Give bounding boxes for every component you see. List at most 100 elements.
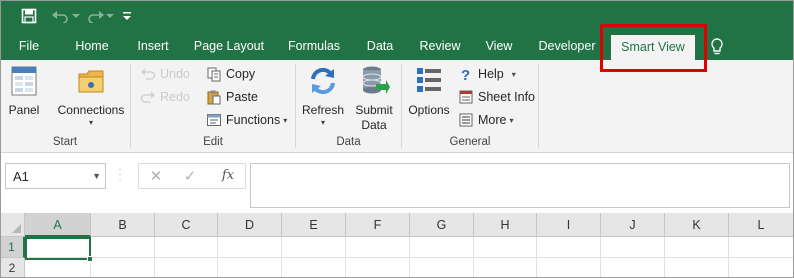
help-button[interactable]: ? Help ▾ bbox=[458, 64, 516, 84]
select-all-corner[interactable] bbox=[0, 213, 25, 237]
cell-b2[interactable] bbox=[91, 258, 155, 278]
cell-l1[interactable] bbox=[729, 237, 794, 258]
column-header-c[interactable]: C bbox=[155, 213, 218, 237]
tab-review[interactable]: Review bbox=[412, 33, 468, 60]
undo-button[interactable]: Undo bbox=[140, 64, 190, 84]
tab-data[interactable]: Data bbox=[358, 33, 402, 60]
database-icon bbox=[352, 64, 396, 101]
column-header-b[interactable]: B bbox=[91, 213, 155, 237]
help-label: Help bbox=[478, 67, 504, 81]
column-header-a[interactable]: A bbox=[25, 213, 91, 237]
panel-button[interactable]: Panel bbox=[5, 64, 43, 118]
functions-button[interactable]: Functions ▾ bbox=[206, 110, 287, 130]
column-header-f[interactable]: F bbox=[346, 213, 410, 237]
copy-icon bbox=[206, 66, 222, 82]
undo-icon[interactable] bbox=[48, 6, 72, 26]
column-header-d[interactable]: D bbox=[218, 213, 282, 237]
cell-d1[interactable] bbox=[218, 237, 282, 258]
cell-k1[interactable] bbox=[665, 237, 729, 258]
panel-label: Panel bbox=[8, 103, 40, 117]
column-header-i[interactable]: I bbox=[537, 213, 601, 237]
redo-icon[interactable] bbox=[84, 6, 108, 26]
quick-access-toolbar bbox=[0, 0, 794, 33]
paste-button[interactable]: Paste bbox=[206, 87, 258, 107]
chevron-down-icon: ▾ bbox=[283, 115, 288, 125]
save-icon[interactable] bbox=[18, 6, 40, 26]
chevron-down-icon[interactable]: ▼ bbox=[92, 171, 101, 181]
name-box-value: A1 bbox=[13, 169, 29, 184]
cell-f2[interactable] bbox=[346, 258, 410, 278]
redo-button[interactable]: Redo bbox=[140, 87, 190, 107]
formula-input[interactable] bbox=[250, 163, 790, 208]
column-header-l[interactable]: L bbox=[729, 213, 794, 237]
select-all-triangle-icon bbox=[12, 224, 21, 233]
cell-a2[interactable] bbox=[25, 258, 91, 278]
cell-e1[interactable] bbox=[282, 237, 346, 258]
copy-button[interactable]: Copy bbox=[206, 64, 255, 84]
cell-h2[interactable] bbox=[474, 258, 537, 278]
more-button[interactable]: More ▾ bbox=[458, 110, 514, 130]
cancel-icon[interactable]: ✕ bbox=[145, 167, 167, 185]
cell-b1[interactable] bbox=[91, 237, 155, 258]
enter-check-icon[interactable]: ✓ bbox=[179, 167, 201, 185]
undo-dropdown-icon[interactable] bbox=[72, 6, 80, 26]
tab-home[interactable]: Home bbox=[66, 33, 118, 60]
customize-qat-icon[interactable] bbox=[120, 6, 134, 26]
cell-j1[interactable] bbox=[601, 237, 665, 258]
options-list-icon bbox=[405, 64, 453, 101]
row-header-1[interactable]: 1 bbox=[0, 237, 25, 258]
sheet-info-icon bbox=[458, 89, 474, 105]
fill-handle[interactable] bbox=[87, 256, 93, 262]
cell-j2[interactable] bbox=[601, 258, 665, 278]
refresh-label: Refresh bbox=[301, 103, 345, 117]
connections-button[interactable]: Connections ▾ bbox=[54, 64, 128, 128]
cell-h1[interactable] bbox=[474, 237, 537, 258]
column-header-k[interactable]: K bbox=[665, 213, 729, 237]
sheet-info-button[interactable]: Sheet Info bbox=[458, 87, 535, 107]
formula-buttons: ✕ ✓ fx bbox=[138, 163, 246, 189]
tab-developer[interactable]: Developer bbox=[531, 33, 603, 60]
submit-data-button[interactable]: Submit Data bbox=[352, 64, 396, 133]
redo-dropdown-icon[interactable] bbox=[106, 6, 114, 26]
cell-g1[interactable] bbox=[410, 237, 474, 258]
column-header-j[interactable]: J bbox=[601, 213, 665, 237]
cell-c1[interactable] bbox=[155, 237, 218, 258]
refresh-icon bbox=[300, 64, 346, 101]
row-header-2[interactable]: 2 bbox=[0, 258, 25, 278]
tab-formulas[interactable]: Formulas bbox=[281, 33, 347, 60]
formula-bar-grip-icon[interactable]: · · · bbox=[117, 165, 123, 185]
tab-insert[interactable]: Insert bbox=[128, 33, 178, 60]
column-header-h[interactable]: H bbox=[474, 213, 537, 237]
copy-label: Copy bbox=[226, 67, 256, 81]
column-header-e[interactable]: E bbox=[282, 213, 346, 237]
tab-page-layout[interactable]: Page Layout bbox=[187, 33, 271, 60]
cell-i2[interactable] bbox=[537, 258, 601, 278]
cell-f1[interactable] bbox=[346, 237, 410, 258]
refresh-button[interactable]: Refresh ▾ bbox=[300, 64, 346, 128]
cell-c2[interactable] bbox=[155, 258, 218, 278]
sheet-info-label: Sheet Info bbox=[478, 90, 535, 104]
more-icon bbox=[458, 112, 474, 128]
cell-d2[interactable] bbox=[218, 258, 282, 278]
cell-k2[interactable] bbox=[665, 258, 729, 278]
tell-me-lightbulb-icon[interactable] bbox=[709, 37, 725, 57]
functions-label: Functions bbox=[226, 113, 281, 127]
column-header-g[interactable]: G bbox=[410, 213, 474, 237]
cell-g2[interactable] bbox=[410, 258, 474, 278]
tab-file[interactable]: File bbox=[8, 33, 50, 60]
group-label-general: General bbox=[449, 136, 491, 148]
group-label-edit: Edit bbox=[203, 136, 223, 148]
insert-function-icon[interactable]: fx bbox=[217, 168, 239, 186]
help-icon: ? bbox=[458, 66, 474, 84]
group-separator bbox=[538, 64, 539, 148]
svg-text:?: ? bbox=[461, 67, 470, 82]
options-button[interactable]: Options bbox=[405, 64, 453, 118]
cell-l2[interactable] bbox=[729, 258, 794, 278]
tab-smart-view[interactable]: Smart View bbox=[611, 35, 695, 60]
name-box[interactable]: A1 ▼ bbox=[5, 163, 106, 189]
tab-view[interactable]: View bbox=[477, 33, 521, 60]
chevron-down-icon: ▾ bbox=[511, 69, 516, 79]
cell-i1[interactable] bbox=[537, 237, 601, 258]
cell-e2[interactable] bbox=[282, 258, 346, 278]
connections-label: Connections bbox=[57, 103, 125, 117]
